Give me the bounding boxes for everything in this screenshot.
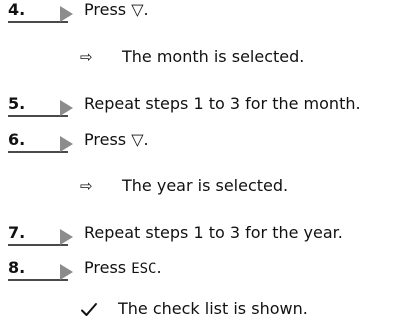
step-underline [8,115,68,117]
step-4: 4. Press ▽. [8,0,408,24]
step-number: 7. [8,223,26,242]
step-arrow-icon [60,229,73,245]
period: . [143,130,149,149]
esc-key-label: ESC [131,261,157,277]
press-label: Press [84,130,127,149]
step-number: 6. [8,130,26,149]
step-arrow-icon [60,100,73,116]
press-label: Press [84,0,127,19]
step-5: 5. Repeat steps 1 to 3 for the month. [8,94,408,118]
result-text: The year is selected. [122,176,289,195]
period: . [143,0,149,19]
step-number: 4. [8,0,26,19]
step-underline [8,279,68,281]
arrow-right-outline-icon: ⇨ [80,177,93,195]
result-text: The month is selected. [122,47,305,66]
step-arrow-icon [60,6,73,22]
step-7: 7. Repeat steps 1 to 3 for the year. [8,223,408,247]
down-triangle-symbol: ▽ [131,130,144,149]
checkmark-icon [81,303,97,316]
step-underline [8,244,68,246]
step-instruction: Press ▽. [84,0,149,20]
arrow-right-outline-icon: ⇨ [80,48,93,66]
step-underline [8,21,68,23]
step-arrow-icon [60,264,73,280]
press-label: Press [84,258,127,277]
step-8: 8. Press ESC. [8,258,408,282]
period: . [156,258,162,277]
step-number: 5. [8,94,26,113]
step-arrow-icon [60,136,73,152]
step-6: 6. Press ▽. [8,130,408,154]
result-text: The check list is shown. [118,299,308,318]
down-triangle-symbol: ▽ [131,0,144,19]
step-instruction: Press ▽. [84,130,149,150]
step-instruction: Press ESC. [84,258,162,279]
step-instruction: Repeat steps 1 to 3 for the month. [84,94,361,113]
step-number: 8. [8,258,26,277]
step-underline [8,151,68,153]
step-instruction: Repeat steps 1 to 3 for the year. [84,223,343,242]
final-result: The check list is shown. [0,298,400,322]
